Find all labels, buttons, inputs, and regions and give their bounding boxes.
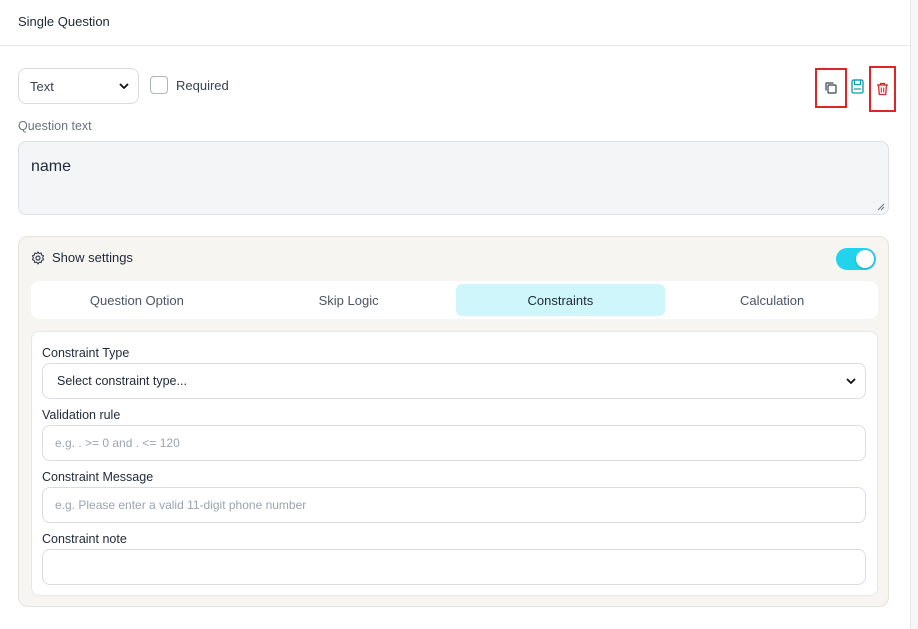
constraint-note-input[interactable] bbox=[42, 549, 866, 585]
toggle-knob bbox=[856, 250, 874, 268]
validation-rule-label: Validation rule bbox=[42, 408, 121, 422]
settings-header: Show settings bbox=[31, 250, 133, 265]
question-card: Single Question Text Required Question t… bbox=[0, 0, 911, 629]
resize-handle-icon[interactable] bbox=[877, 203, 885, 211]
question-text-label: Question text bbox=[18, 119, 92, 133]
question-text-value: name bbox=[31, 158, 72, 175]
delete-button[interactable] bbox=[869, 66, 896, 112]
validation-rule-input[interactable]: e.g. . >= 0 and . <= 120 bbox=[42, 425, 866, 461]
card-title: Single Question bbox=[0, 0, 910, 46]
tab-constraints[interactable]: Constraints bbox=[455, 284, 666, 316]
settings-tabs: Question Option Skip Logic Constraints C… bbox=[31, 281, 878, 319]
constraint-message-placeholder: e.g. Please enter a valid 11-digit phone… bbox=[55, 498, 307, 512]
validation-rule-placeholder: e.g. . >= 0 and . <= 120 bbox=[55, 436, 180, 450]
gear-icon bbox=[31, 250, 45, 265]
question-type-select[interactable]: Text bbox=[18, 68, 139, 104]
copy-button[interactable] bbox=[815, 68, 847, 108]
required-checkbox[interactable] bbox=[150, 76, 168, 94]
required-label: Required bbox=[176, 77, 229, 93]
constraint-type-label: Constraint Type bbox=[42, 346, 130, 360]
constraint-message-label: Constraint Message bbox=[42, 470, 154, 484]
tab-question-option[interactable]: Question Option bbox=[32, 284, 242, 316]
tab-skip-logic[interactable]: Skip Logic bbox=[244, 284, 454, 316]
constraint-type-value: Select constraint type... bbox=[57, 374, 187, 388]
settings-label: Show settings bbox=[52, 250, 133, 265]
constraint-note-label: Constraint note bbox=[42, 532, 127, 546]
tab-calculation[interactable]: Calculation bbox=[667, 284, 877, 316]
chevron-down-icon bbox=[846, 378, 856, 384]
constraint-message-input[interactable]: e.g. Please enter a valid 11-digit phone… bbox=[42, 487, 866, 523]
question-type-value: Text bbox=[30, 78, 54, 94]
chevron-down-icon bbox=[119, 83, 129, 89]
settings-panel: Show settings Question Option Skip Logic… bbox=[18, 236, 889, 607]
constraints-form: Constraint Type Select constraint type..… bbox=[31, 331, 878, 596]
settings-toggle[interactable] bbox=[836, 248, 876, 270]
trash-icon bbox=[877, 82, 888, 96]
required-toggle[interactable]: Required bbox=[150, 76, 229, 94]
constraint-type-select[interactable]: Select constraint type... bbox=[42, 363, 866, 399]
copy-icon bbox=[825, 82, 837, 94]
question-text-input[interactable]: name bbox=[18, 141, 889, 215]
save-icon bbox=[850, 78, 864, 94]
save-button[interactable] bbox=[847, 72, 867, 100]
